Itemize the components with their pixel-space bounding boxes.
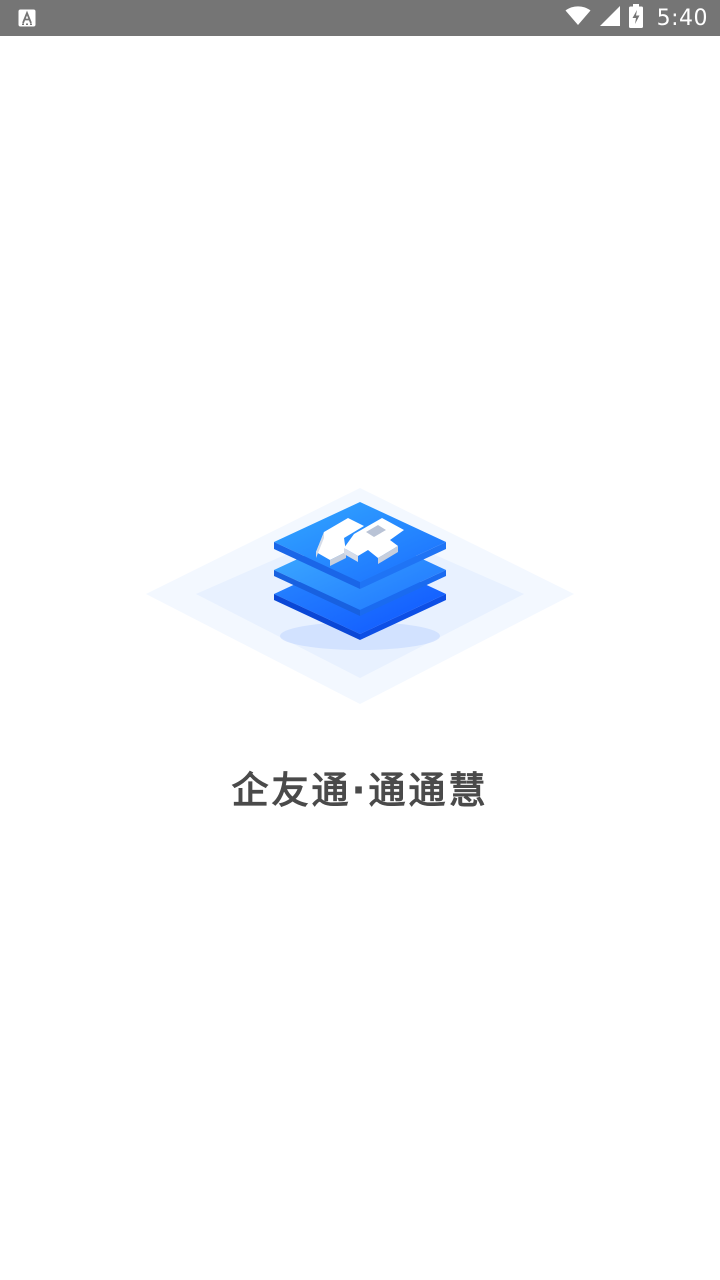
a-notification-icon [18,9,36,27]
cell-signal-icon [599,5,621,31]
splash-screen: 5:40 企友通·通通慧 [0,0,720,1280]
status-time: 5:40 [656,5,708,31]
status-bar: 5:40 [0,0,720,36]
app-name: 企友通·通通慧 [231,769,489,812]
battery-charging-icon [628,4,643,32]
wifi-icon [565,6,591,30]
stacked-layers-logo-icon [144,486,576,708]
status-icons: 5:40 [565,0,708,36]
